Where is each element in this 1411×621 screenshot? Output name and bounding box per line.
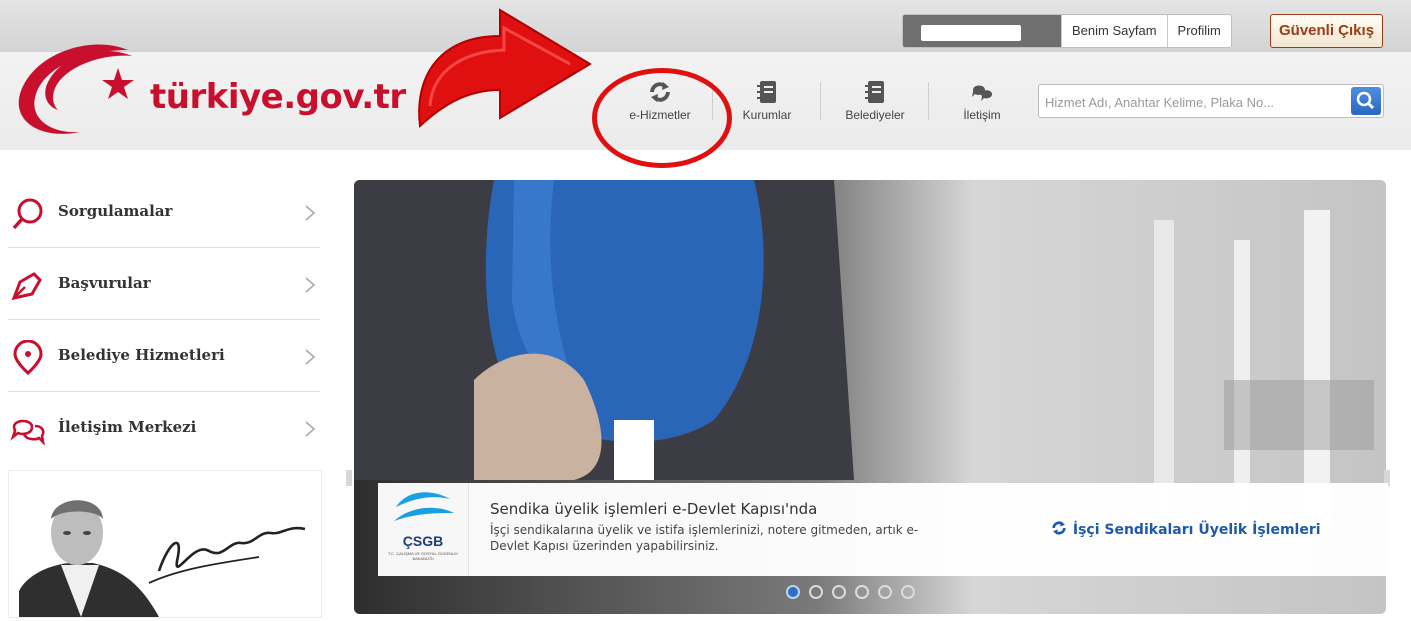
slider-dot-4[interactable]: [855, 585, 869, 599]
user-menu: Benim Sayfam Profilim: [902, 14, 1232, 48]
search-icon: [12, 198, 43, 230]
slide-caption: ÇSGB T.C. ÇALIŞMA VE SOSYAL GÜVENLİK BAK…: [378, 483, 1388, 576]
sidebar-item-label: Belediye Hizmetleri: [58, 346, 225, 364]
nav-label: Belediyeler: [845, 108, 905, 122]
sidebar-item-belediye-hizmetleri[interactable]: Belediye Hizmetleri: [8, 322, 320, 392]
sidebar-item-label: İletişim Merkezi: [58, 418, 197, 436]
sidebar-item-iletisim-merkezi[interactable]: İletişim Merkezi: [8, 394, 320, 464]
refresh-icon: [1052, 521, 1066, 535]
logo-text[interactable]: türkiye.gov.tr: [150, 77, 406, 117]
annotation-circle: [592, 68, 732, 168]
book-icon: [757, 81, 776, 103]
annotation-arrow: [418, 8, 592, 129]
slider-pagination: [786, 585, 915, 599]
chat-icon: [972, 85, 992, 101]
chevron-right-icon: [305, 277, 316, 293]
nav-label: Kurumlar: [742, 108, 792, 122]
nav-item-iletisim[interactable]: İletişim: [932, 80, 1032, 122]
csgb-wave-icon: [394, 492, 454, 521]
profile-link[interactable]: Profilim: [1166, 15, 1231, 47]
slide-description: İşçi sendikalarına üyelik ve istifa işle…: [490, 523, 919, 553]
slider-dot-5[interactable]: [878, 585, 892, 599]
slider-prev-arrow[interactable]: [346, 470, 352, 486]
sidebar-item-basvurular[interactable]: Başvurular: [8, 250, 320, 320]
nav-item-kurumlar[interactable]: Kurumlar: [717, 80, 817, 122]
csgb-logo-text: ÇSGB: [402, 533, 444, 549]
logout-button[interactable]: Güvenli Çıkış: [1270, 14, 1384, 48]
nav-item-belediyeler[interactable]: Belediyeler: [825, 80, 925, 122]
csgb-logo: ÇSGB T.C. ÇALIŞMA VE SOSYAL GÜVENLİK BAK…: [378, 483, 469, 576]
nav-divider: [928, 82, 929, 120]
search-icon: [1356, 91, 1375, 110]
slide-link-label: İşçi Sendikaları Üyelik İşlemleri: [1072, 522, 1321, 538]
slider-dot-2[interactable]: [809, 585, 823, 599]
search-box: [1038, 84, 1384, 118]
chevron-right-icon: [305, 205, 316, 221]
slider-dot-3[interactable]: [832, 585, 846, 599]
location-pin-icon: [13, 340, 43, 376]
csgb-logo-subtext: T.C. ÇALIŞMA VE SOSYAL GÜVENLİK BAKANLIĞ…: [387, 551, 459, 561]
user-name-redacted: [903, 15, 1061, 47]
nav-label: İletişim: [963, 108, 1001, 122]
ataturk-illustration: [19, 500, 306, 617]
ataturk-portrait: [8, 470, 322, 618]
sidebar-item-sorgulamalar[interactable]: Sorgulamalar: [8, 178, 320, 248]
sidebar-item-label: Başvurular: [58, 274, 151, 292]
pen-icon: [11, 272, 42, 301]
slide-title: Sendika üyelik işlemleri e-Devlet Kapısı…: [490, 500, 818, 518]
chevron-right-icon: [305, 421, 316, 437]
nav-divider: [820, 82, 821, 120]
slider-dot-6[interactable]: [901, 585, 915, 599]
my-page-link[interactable]: Benim Sayfam: [1061, 15, 1167, 47]
search-input[interactable]: [1043, 88, 1343, 116]
chat-icon: [10, 419, 45, 446]
chevron-right-icon: [305, 349, 316, 365]
sidebar-item-label: Sorgulamalar: [58, 202, 173, 220]
slider-dot-1[interactable]: [786, 585, 800, 599]
slide-link[interactable]: İşçi Sendikaları Üyelik İşlemleri: [1050, 520, 1321, 538]
logo-swoosh-icon[interactable]: [10, 36, 150, 146]
search-button[interactable]: [1351, 87, 1381, 115]
book-icon: [865, 81, 884, 103]
